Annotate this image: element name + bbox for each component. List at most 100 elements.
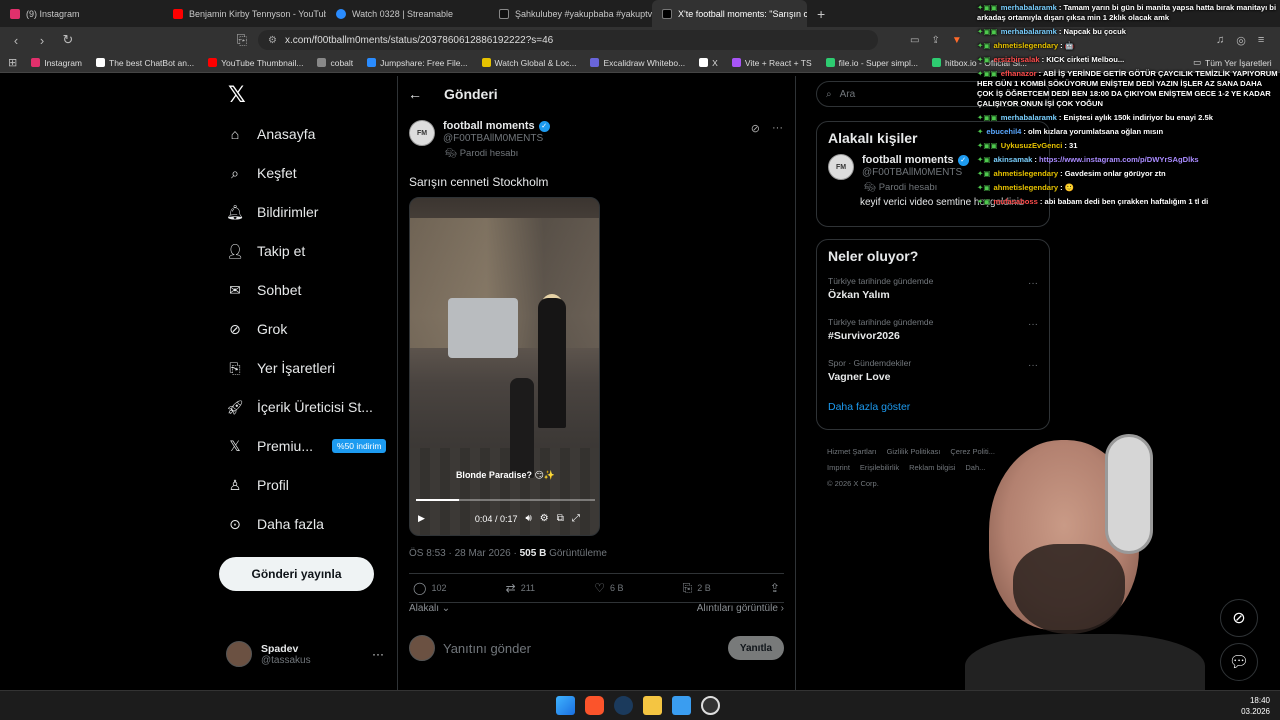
forward-icon[interactable]: › — [34, 33, 50, 48]
heart-icon: ♡ — [594, 581, 605, 595]
reload-icon[interactable]: ↻ — [60, 32, 76, 48]
obs-icon[interactable] — [701, 696, 720, 715]
back-arrow-icon[interactable]: ← — [408, 86, 422, 102]
view-quotes-link[interactable]: Alıntıları görüntüle › — [697, 603, 784, 614]
nav-chat[interactable]: ✉ Sohbet — [226, 281, 301, 299]
page-title: Gönderi — [444, 86, 498, 102]
bookmark-vite[interactable]: Vite + React + TS — [731, 58, 812, 68]
trend-item[interactable]: Spor · Gündemdekiler Vagner Love ··· — [828, 358, 1038, 399]
nav-home[interactable]: ⌂ Anasayfa — [226, 125, 316, 143]
nav-creator-studio[interactable]: 🚀︎ İçerik Üreticisi St... — [226, 398, 373, 416]
trend-item[interactable]: Türkiye tarihinde gündemde Özkan Yalım ·… — [828, 276, 1038, 317]
views-label: Görüntüleme — [546, 548, 607, 559]
bookmark-jumpshare[interactable]: Jumpshare: Free File... — [367, 58, 468, 68]
apps-grid-icon[interactable]: ⊞ — [8, 56, 17, 69]
pip-icon[interactable]: ⧉ — [557, 513, 564, 524]
more-dots-icon[interactable]: ··· — [1028, 278, 1038, 289]
reply-input[interactable]: Yanıtını gönder — [443, 641, 720, 656]
tab-streamable[interactable]: Watch 0328 | Streamable — [326, 0, 489, 27]
nav-profile[interactable]: ♙ Profil — [226, 476, 289, 494]
fullscreen-icon[interactable]: ⤢ — [572, 513, 580, 524]
footer-link[interactable]: Erişilebilirlik — [860, 463, 899, 472]
back-icon[interactable]: ‹ — [8, 33, 24, 48]
brave-shield-icon[interactable]: ▼ — [952, 35, 962, 46]
share-action[interactable]: ⇪ — [770, 581, 780, 595]
video-controls: ▶ 0:04 / 0:17 🔊︎ ⚙ ⧉ ⤢ — [418, 513, 593, 524]
store-icon[interactable] — [672, 696, 691, 715]
reply-action[interactable]: ◯ 102 — [413, 581, 446, 595]
post-text: Sarışın cenneti Stockholm — [409, 175, 549, 189]
video-caption: Blonde Paradise? 😏✨ — [455, 470, 556, 480]
grok-icon[interactable]: ⊘ — [751, 122, 760, 135]
bookmark-cobalt[interactable]: cobalt — [317, 58, 353, 68]
bookmark-chatbot[interactable]: The best ChatBot an... — [96, 58, 194, 68]
post-timestamp[interactable]: ÖS 8:53 · 28 Mar 2026 · — [409, 548, 520, 559]
search-icon: ⌕ — [826, 88, 832, 100]
trend-item[interactable]: Türkiye tarihinde gündemde #Survivor2026… — [828, 317, 1038, 358]
tab-youtube[interactable]: Benjamin Kirby Tennyson - YouTube — [163, 0, 326, 27]
tab-instagram[interactable]: (9) Instagram — [0, 0, 163, 27]
bookmark-instagram[interactable]: Instagram — [31, 58, 82, 68]
x-logo-icon[interactable]: 𝕏 — [228, 82, 246, 108]
post-author[interactable]: FM football moments ✓ @F00TBAllM0MENTS 🎭︎… — [409, 120, 550, 159]
sort-dropdown[interactable]: Alakalı ⌄ — [409, 603, 450, 614]
nav-follow[interactable]: 👤︎ Takip et — [226, 242, 305, 260]
bookmark-fileio[interactable]: file.io - Super simpl... — [825, 58, 918, 68]
cobalt-icon — [317, 58, 327, 67]
watch-icon — [481, 58, 491, 67]
account-switcher[interactable]: Spadev @tassakus ··· — [226, 641, 386, 667]
reply-button[interactable]: Yanıtla — [728, 636, 784, 660]
steam-icon[interactable] — [614, 696, 633, 715]
bookmark-watch-global[interactable]: Watch Global & Loc... — [481, 58, 576, 68]
footer-link[interactable]: Hizmet Şartları — [827, 447, 877, 456]
more-dots-icon[interactable]: ··· — [1028, 360, 1038, 371]
video-player[interactable]: Blonde Paradise? 😏✨ ▶ 0:04 / 0:17 🔊︎ ⚙ ⧉… — [409, 197, 600, 536]
reply-sort-row: Alakalı ⌄ Alıntıları görüntüle › — [409, 603, 784, 614]
more-dots-icon[interactable]: ··· — [1028, 319, 1038, 330]
folder-icon[interactable] — [643, 696, 662, 715]
windows-icon[interactable] — [556, 696, 575, 715]
more-dots-icon[interactable]: ··· — [772, 122, 783, 135]
footer-link[interactable]: Gizlilik Politikası — [887, 447, 941, 456]
bookmark-excalidraw[interactable]: Excalidraw Whitebo... — [590, 58, 685, 68]
brave-icon[interactable] — [585, 696, 604, 715]
post-button[interactable]: Gönderi yayınla — [219, 557, 374, 591]
new-tab-button[interactable]: + — [807, 0, 835, 27]
nav-notifications[interactable]: 🔔︎ Bildirimler — [226, 203, 318, 221]
nav-bookmarks[interactable]: ⎘ Yer İşaretleri — [226, 359, 335, 377]
related-handle: @F00TBAllM0MENTS — [862, 167, 963, 178]
system-clock[interactable]: 18:40 03.2026 — [1241, 695, 1270, 717]
tab-tiktok[interactable]: Şahkulubey #yakupbaba #yakuptv... — [489, 0, 652, 27]
person-icon: ♙ — [228, 476, 242, 493]
settings-icon[interactable]: ⚙ — [540, 513, 549, 524]
address-bar[interactable]: ⚙ x.com/f00tballm0ments/status/203786061… — [258, 30, 878, 50]
nav-grok[interactable]: ⊘ Grok — [226, 320, 287, 338]
footer-link[interactable]: Reklam bilgisi — [909, 463, 955, 472]
bookmark-page-icon[interactable]: ⎘ — [234, 32, 250, 48]
bookmark-youtube-thumbnail[interactable]: YouTube Thumbnail... — [208, 58, 303, 68]
show-more-link[interactable]: Daha fazla göster — [828, 401, 1038, 413]
avatar — [226, 641, 252, 667]
trends-title: Neler oluyor? — [828, 248, 919, 264]
bookmark-action[interactable]: ⎘ 2 B — [683, 581, 711, 596]
author-avatar[interactable]: FM — [409, 120, 435, 146]
instagram-icon — [31, 58, 41, 67]
like-action[interactable]: ♡ 6 B — [594, 581, 623, 595]
mail-icon: ✉ — [229, 281, 241, 298]
repost-action[interactable]: ⇄ 211 — [506, 581, 535, 595]
bookmark-x[interactable]: X — [699, 58, 718, 68]
site-info-icon[interactable]: ⚙ — [268, 35, 277, 46]
tab-x-post[interactable]: X'te football moments: "Sarışın c...✕ — [652, 0, 807, 27]
play-icon[interactable]: ▶ — [418, 513, 425, 524]
nav-more[interactable]: ⊙ Daha fazla — [226, 515, 324, 533]
more-dots-icon[interactable]: ··· — [372, 647, 384, 661]
volume-icon[interactable]: 🔊︎ — [525, 513, 531, 524]
nav-premium[interactable]: 𝕏 Premiu... %50 indirim — [226, 437, 387, 455]
cast-icon[interactable]: ▭ — [910, 35, 919, 46]
grok-fab-icon[interactable]: ⊘ — [1220, 599, 1258, 637]
nav-explore[interactable]: ⌕ Keşfet — [226, 164, 297, 182]
share-icon[interactable]: ⇪ — [931, 35, 939, 46]
footer-link[interactable]: Imprint — [827, 463, 850, 472]
video-progress-bar[interactable] — [416, 499, 595, 501]
chat-fab-icon[interactable]: 💬︎ — [1220, 643, 1258, 681]
